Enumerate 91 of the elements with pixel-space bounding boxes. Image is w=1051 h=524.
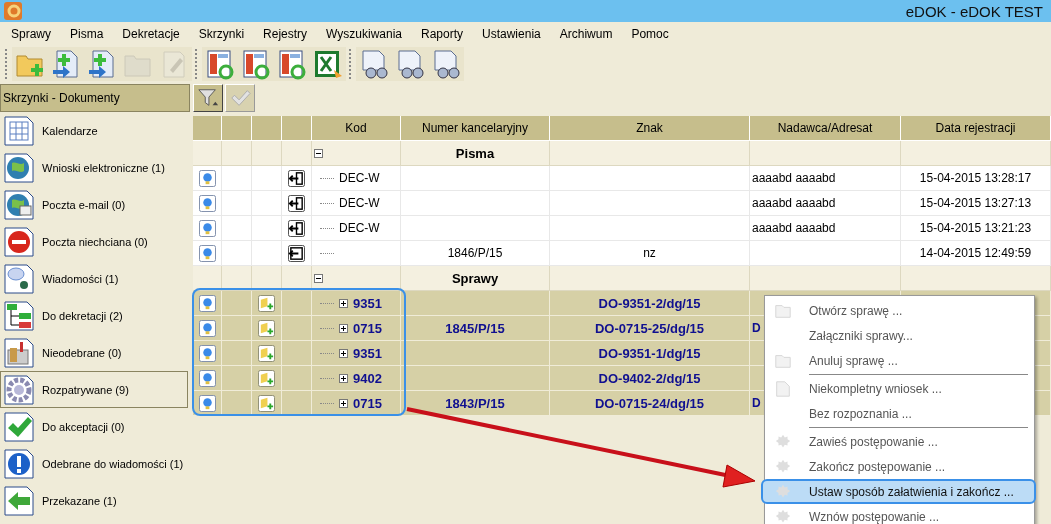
table-cell: nz [643, 246, 656, 260]
lightbulb-icon [198, 344, 216, 362]
lightbulb-icon [198, 219, 216, 237]
menu-item[interactable]: Archiwum [550, 26, 623, 41]
tree-icon [4, 300, 34, 331]
menu-item[interactable]: Dekretacje [113, 26, 190, 41]
menu-item[interactable]: Wyszukiwania [317, 26, 412, 41]
table-cell: 0715 [353, 320, 382, 336]
table-cell: 0715 [353, 395, 382, 411]
menu-item[interactable]: Rejestry [254, 26, 318, 41]
exclamation-icon [4, 448, 34, 479]
sidebar-item[interactable]: Poczta e-mail (0) [0, 186, 188, 223]
sidebar-item[interactable]: Wnioski elektroniczne (1) [0, 149, 188, 186]
sidebar-item[interactable]: Odebrane do wiadomości (1) [0, 445, 188, 482]
group-row[interactable]: Pisma [193, 141, 1051, 166]
window-title: eDOK - eDOK TEST [905, 2, 1043, 20]
table-cell: DO-9402-2/dg/15 [598, 370, 701, 386]
table-cell: 15-04-2015 13:27:13 [919, 196, 1032, 210]
context-menu-item[interactable]: Wznów postępowanie ... [765, 504, 1034, 524]
lightbulb-icon [198, 244, 216, 262]
lightbulb-icon [198, 319, 216, 337]
sidebar-item[interactable]: Rozpatrywane (9) [0, 371, 188, 408]
sidebar-item[interactable]: Przekazane (1) [0, 482, 188, 519]
gear-icon [4, 374, 34, 405]
menu-item[interactable]: Skrzynki [189, 26, 255, 41]
table-cell: 1843/P/15 [445, 395, 505, 411]
chat-icon [4, 263, 34, 294]
table-cell: aaaabd aaaabd [752, 221, 836, 235]
menu-item[interactable]: Raporty [412, 26, 474, 41]
group-title: Sprawy [451, 270, 499, 286]
menu-item[interactable]: Sprawy [2, 26, 61, 41]
sidebar-item[interactable]: Do dekretacji (2) [0, 297, 188, 334]
table-cell: 9402 [353, 370, 382, 386]
lightbulb-icon [198, 294, 216, 312]
context-menu-item[interactable]: Zawieś postępowanie ... [765, 429, 1034, 454]
context-menu-item[interactable]: Ustaw sposób załatwienia i zakończ ... [761, 479, 1036, 504]
mailbox-icon [4, 337, 34, 368]
table-cell: DO-0715-25/dg/15 [594, 320, 705, 336]
table-cell: aaaabd aaaabd [752, 196, 836, 210]
collapse-icon[interactable] [314, 148, 323, 158]
app-logo-icon [4, 2, 22, 20]
table-cell: aaaabd aaaabd [752, 171, 836, 185]
expand-icon[interactable] [339, 373, 348, 383]
sidebar-item[interactable]: Kalendarze [0, 112, 188, 149]
table-cell: DEC-W [339, 171, 380, 185]
context-menu-item[interactable]: Zakończ postępowanie ... [765, 454, 1034, 479]
arrow-left-icon [4, 485, 34, 516]
sidebar-item[interactable]: Poczta niechciana (0) [0, 223, 188, 260]
collapse-icon[interactable] [314, 273, 323, 283]
menu-item[interactable]: Ustawienia [473, 26, 551, 41]
group-title: Pisma [455, 145, 495, 161]
expand-icon[interactable] [339, 298, 348, 308]
menu-item[interactable]: Pomoc [622, 26, 679, 41]
table-cell: DEC-W [339, 196, 380, 210]
table-cell: 1845/P/15 [445, 320, 505, 336]
table-cell: DO-0715-24/dg/15 [594, 395, 705, 411]
lightbulb-icon [198, 369, 216, 387]
table-cell: 9351 [353, 345, 382, 361]
table-cell: 15-04-2015 13:28:17 [919, 171, 1032, 185]
lightbulb-icon [198, 169, 216, 187]
panel-header: Skrzynki - Dokumenty [0, 84, 190, 112]
expand-icon[interactable] [339, 348, 348, 358]
sidebar-item[interactable]: Do akceptacji (0) [0, 408, 188, 445]
table-cell: 14-04-2015 12:49:59 [919, 246, 1032, 260]
sidebar-item[interactable]: Nieodebrane (0) [0, 334, 188, 371]
table-cell: DO-9351-2/dg/15 [598, 295, 701, 311]
filter-button[interactable] [193, 84, 223, 112]
sidebar-item[interactable]: Wiadomości (1) [0, 260, 188, 297]
table-row[interactable]: DEC-W aaaabd aaaabd 15-04-2015 13:27:13 [193, 191, 1051, 216]
expand-icon[interactable] [339, 398, 348, 408]
globe-mail-icon [4, 189, 34, 220]
table-row[interactable]: DEC-W aaaabd aaaabd 15-04-2015 13:28:17 [193, 166, 1051, 191]
checkmark-icon [4, 411, 34, 442]
table-cell: D [752, 396, 761, 410]
lightbulb-icon [198, 394, 216, 412]
table-cell: 9351 [353, 295, 382, 311]
table-cell: 15-04-2015 13:21:23 [919, 221, 1032, 235]
group-row[interactable]: Sprawy [193, 266, 1051, 291]
table-cell: 1846/P/15 [447, 246, 503, 260]
menu-item[interactable]: Pisma [61, 26, 114, 41]
expand-icon[interactable] [339, 323, 348, 333]
table-cell: DEC-W [339, 221, 380, 235]
table-row[interactable]: 1846/P/15 nz 14-04-2015 12:49:59 [193, 241, 1051, 266]
no-entry-icon [4, 226, 34, 257]
lightbulb-icon [198, 194, 216, 212]
document-icon [774, 379, 792, 398]
table-cell: DO-9351-1/dg/15 [598, 345, 701, 361]
globe-icon [4, 152, 34, 183]
table-row[interactable]: DEC-W aaaabd aaaabd 15-04-2015 13:21:23 [193, 216, 1051, 241]
calendar-icon [4, 115, 34, 146]
table-cell: D [752, 321, 761, 335]
